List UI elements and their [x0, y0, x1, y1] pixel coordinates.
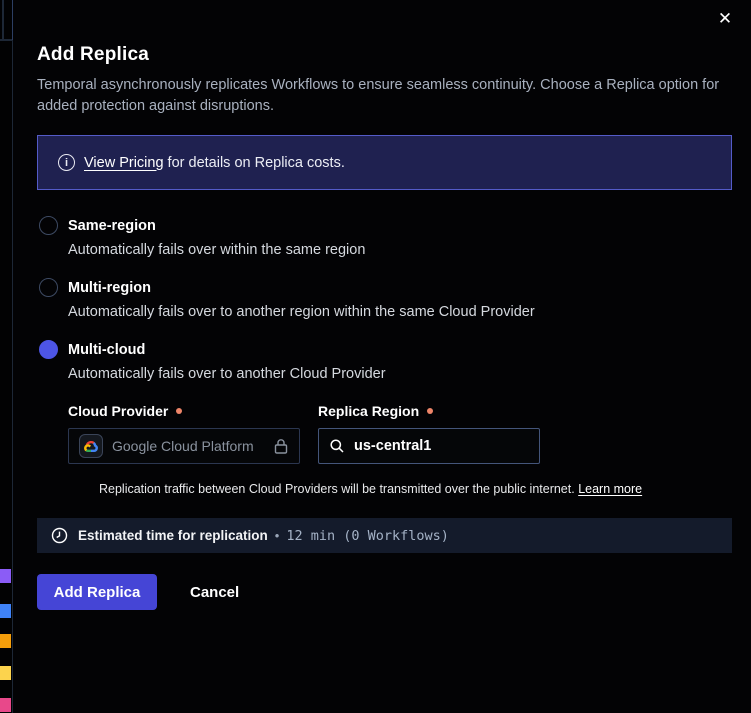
- radio-same-region[interactable]: [39, 216, 58, 235]
- modal-actions: Add Replica Cancel: [37, 574, 731, 610]
- clock-icon: [51, 527, 68, 544]
- info-icon: i: [58, 154, 75, 171]
- pricing-banner-text: View Pricing for details on Replica cost…: [84, 155, 345, 171]
- public-internet-note: Replication traffic between Cloud Provid…: [99, 482, 731, 496]
- radio-multi-cloud[interactable]: [39, 340, 58, 359]
- required-dot: [176, 408, 182, 414]
- public-internet-note-text: Replication traffic between Cloud Provid…: [99, 482, 578, 496]
- pricing-banner-rest: for details on Replica costs.: [164, 155, 345, 171]
- background-stripe-purple: [0, 569, 11, 583]
- view-pricing-link[interactable]: View Pricing: [84, 155, 164, 171]
- required-dot: [427, 408, 433, 414]
- option-multi-region-description: Automatically fails over to another regi…: [68, 304, 731, 320]
- option-same-region-label: Same-region: [68, 218, 156, 234]
- replica-region-field: Replica Region: [318, 403, 540, 464]
- option-multi-region: Multi-region Automatically fails over to…: [37, 278, 731, 320]
- option-multi-region-label: Multi-region: [68, 280, 151, 296]
- radio-multi-region[interactable]: [39, 278, 58, 297]
- option-multi-cloud: Multi-cloud Automatically fails over to …: [37, 340, 731, 496]
- modal-description: Temporal asynchronously replicates Workf…: [37, 75, 727, 116]
- estimated-time-value: 12 min (0 Workflows): [286, 528, 449, 544]
- option-multi-cloud-label: Multi-cloud: [68, 342, 145, 358]
- replica-region-input[interactable]: [354, 438, 514, 454]
- cloud-provider-value: Google Cloud Platform: [112, 438, 273, 454]
- background-stripe-pink: [0, 698, 11, 712]
- estimated-time-separator: •: [275, 528, 280, 543]
- multi-cloud-subform: Cloud Provider: [68, 403, 731, 496]
- cloud-provider-label: Cloud Provider: [68, 403, 300, 419]
- replica-region-label-text: Replica Region: [318, 403, 419, 419]
- option-same-region: Same-region Automatically fails over wit…: [37, 216, 731, 258]
- cloud-provider-select[interactable]: Google Cloud Platform: [68, 428, 300, 464]
- cloud-provider-field: Cloud Provider: [68, 403, 300, 464]
- search-icon: [329, 438, 345, 454]
- background-stripe-blue: [0, 604, 11, 618]
- background-panel-border: [2, 0, 4, 39]
- cloud-provider-label-text: Cloud Provider: [68, 403, 168, 419]
- replica-region-label: Replica Region: [318, 403, 540, 419]
- option-multi-cloud-description: Automatically fails over to another Clou…: [68, 366, 731, 382]
- replica-options-group: Same-region Automatically fails over wit…: [37, 216, 731, 496]
- background-stripe-yellow: [0, 666, 11, 680]
- lock-icon: [273, 438, 289, 455]
- background-stripe-orange: [0, 634, 11, 648]
- close-icon[interactable]: ✕: [715, 9, 735, 29]
- estimated-time-label: Estimated time for replication: [78, 528, 268, 543]
- cancel-button[interactable]: Cancel: [190, 584, 239, 601]
- add-replica-modal: ✕ Add Replica Temporal asynchronously re…: [13, 0, 751, 713]
- modal-title: Add Replica: [37, 44, 731, 66]
- pricing-info-banner: i View Pricing for details on Replica co…: [37, 135, 732, 190]
- add-replica-button[interactable]: Add Replica: [37, 574, 157, 610]
- gcp-logo-icon: [79, 434, 103, 458]
- estimated-time-banner: Estimated time for replication • 12 min …: [37, 518, 732, 553]
- learn-more-link[interactable]: Learn more: [578, 482, 642, 496]
- background-panel-border: [0, 39, 12, 41]
- replica-region-combobox[interactable]: [318, 428, 540, 464]
- option-same-region-description: Automatically fails over within the same…: [68, 242, 731, 258]
